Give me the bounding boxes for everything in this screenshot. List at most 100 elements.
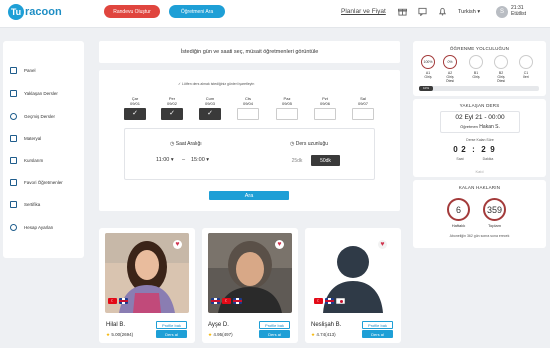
sidebar-item-label: Kurslarım xyxy=(24,158,44,163)
clock-icon: ◷ xyxy=(290,141,295,147)
day-date: 09/02 xyxy=(166,101,177,106)
level-badge xyxy=(519,55,533,69)
user-avatar[interactable]: S xyxy=(496,6,508,18)
language-select[interactable]: Turkish ▾ xyxy=(458,9,480,15)
sidebar-item-certificate[interactable]: Sertifika xyxy=(10,201,40,208)
countdown-digit: 9 xyxy=(490,145,495,154)
upcoming-title: YAKLAŞAN DERS xyxy=(459,103,500,108)
teacher-flags: ☾ xyxy=(211,298,244,304)
logo-badge: Tu xyxy=(8,4,24,20)
day-label: Sal 09/07 xyxy=(352,96,374,106)
teacher-rating: ★ 4.95(497) xyxy=(208,332,233,338)
weekly-count: 6 xyxy=(447,198,470,221)
day-checkbox[interactable]: ✓ xyxy=(124,108,146,120)
book-teacher-button[interactable]: Ders al xyxy=(156,330,187,338)
find-teacher-button[interactable]: Öğretmeni Ara xyxy=(169,5,225,18)
day-checkbox[interactable] xyxy=(352,108,374,120)
view-profile-button[interactable]: Profile bak xyxy=(259,321,290,329)
logo[interactable]: Tu racoon xyxy=(8,4,62,20)
turkey-flag-icon: ☾ xyxy=(314,298,323,304)
time-range-text: Saat Aralığı xyxy=(175,141,202,147)
sidebar-item-favorites[interactable]: Favori Öğretmenler xyxy=(10,179,63,186)
favorite-heart-icon[interactable]: ♥ xyxy=(173,240,182,249)
day-date: 09/03 xyxy=(204,101,215,106)
level-label: A2 Giriş Ötesi xyxy=(443,71,457,83)
day-label: Paz 09/05 xyxy=(276,96,298,106)
favorites-icon xyxy=(10,179,17,186)
plans-link[interactable]: Planlar ve Fiyat xyxy=(341,8,386,15)
day-checkbox[interactable]: ✓ xyxy=(199,108,221,120)
teacher-flags: ☾ xyxy=(314,298,347,304)
level-sub: İleri xyxy=(523,75,529,79)
star-icon: ★ xyxy=(208,332,213,337)
book-lesson-button[interactable]: Randevu Oluştur xyxy=(104,5,160,18)
turkey-flag-icon: ☾ xyxy=(222,298,231,304)
journey-progress-fill: 10% xyxy=(419,86,433,91)
chevron-down-icon: ▾ xyxy=(206,157,210,163)
sidebar-item-account[interactable]: Hesap Ayarları xyxy=(10,224,53,231)
teacher-label: Öğretmen xyxy=(460,124,478,129)
clock: 21:31 Etütlist xyxy=(511,5,526,17)
rating-value: 5.00(2694) xyxy=(111,332,134,337)
day-date: 09/04 xyxy=(242,101,253,106)
level-badge: 0% xyxy=(443,55,457,69)
chevron-down-icon: ▾ xyxy=(170,157,174,163)
duration-option-25[interactable]: 25dk xyxy=(287,155,307,166)
book-teacher-button[interactable]: Ders al xyxy=(362,330,393,338)
folder-icon xyxy=(10,135,17,142)
total-count: 359 xyxy=(483,198,506,221)
day-label: Cum 09/03 xyxy=(199,96,221,106)
view-profile-button[interactable]: Profile bak xyxy=(156,321,187,329)
upcoming-date: 02 Eyl 21 - 00:00 xyxy=(455,114,505,121)
weekly-label: Haftalık xyxy=(451,223,466,228)
hours-label: Saat xyxy=(456,157,464,161)
favorite-heart-icon[interactable]: ♥ xyxy=(378,240,387,249)
gift-icon[interactable] xyxy=(398,7,407,16)
teacher-rating: ★ 4.74(413) xyxy=(311,332,336,338)
total-label: Toplam xyxy=(488,223,501,228)
sidebar-item-label: Favori Öğretmenler xyxy=(24,180,63,185)
sidebar-item-upcoming[interactable]: Yaklaşan Dersler xyxy=(10,90,58,97)
sidebar-item-material[interactable]: Materyal xyxy=(10,135,41,142)
upcoming-teacher: Öğretmen Hakan S. xyxy=(440,124,520,130)
level-label: C1 İleri xyxy=(519,71,533,79)
teacher-flags: ☾ xyxy=(108,298,130,304)
sidebar-item-panel[interactable]: Panel xyxy=(10,67,36,74)
star-icon: ★ xyxy=(311,332,316,337)
day-checkbox[interactable]: ✓ xyxy=(161,108,183,120)
uk-flag-icon xyxy=(233,298,242,304)
day-checkbox[interactable] xyxy=(276,108,298,120)
book-teacher-button[interactable]: Ders al xyxy=(259,330,290,338)
favorite-heart-icon[interactable]: ♥ xyxy=(275,240,284,249)
time-end-value: 15:00 xyxy=(191,157,205,163)
sidebar-item-label: Sertifika xyxy=(24,202,41,207)
day-checkbox[interactable] xyxy=(237,108,259,120)
certificate-icon xyxy=(10,201,17,208)
duration-option-50[interactable]: 50dk xyxy=(311,155,340,166)
day-checkbox[interactable] xyxy=(314,108,336,120)
gear-icon xyxy=(10,224,17,231)
subscription-note: Aboneliğin 362 gün sonra sona erecek xyxy=(449,234,510,238)
sidebar-item-label: Yaklaşan Dersler xyxy=(24,91,58,96)
view-profile-button[interactable]: Profile bak xyxy=(362,321,393,329)
chat-icon[interactable] xyxy=(418,7,427,17)
clock-icon: ◷ xyxy=(170,141,175,147)
search-button[interactable]: Ara xyxy=(209,191,289,200)
uk-flag-icon xyxy=(211,298,220,304)
bell-icon[interactable] xyxy=(438,7,447,16)
sidebar-item-past[interactable]: Geçmiş Dersler xyxy=(10,113,55,120)
sidebar-item-courses[interactable]: Kurslarım xyxy=(10,157,43,164)
star-icon: ★ xyxy=(106,332,111,337)
time-start-select[interactable]: 11:00 ▾ xyxy=(156,157,174,163)
learning-journey-title: ÖĞRENME YOLCULUĞUN xyxy=(449,46,510,51)
korea-flag-icon xyxy=(336,298,345,304)
join-link[interactable]: Katıl xyxy=(413,169,546,174)
time-end-select[interactable]: 15:00 ▾ xyxy=(191,157,209,163)
search-title: İstediğin gün ve saati seç, müsait öğret… xyxy=(180,49,319,55)
sidebar-item-label: Geçmiş Dersler xyxy=(24,114,56,119)
uk-flag-icon xyxy=(119,298,128,304)
chevron-down-icon: ▾ xyxy=(477,9,481,15)
time-separator: – xyxy=(182,157,186,163)
level-badge xyxy=(494,55,508,69)
level-sub: Giriş Ötesi xyxy=(445,75,455,83)
